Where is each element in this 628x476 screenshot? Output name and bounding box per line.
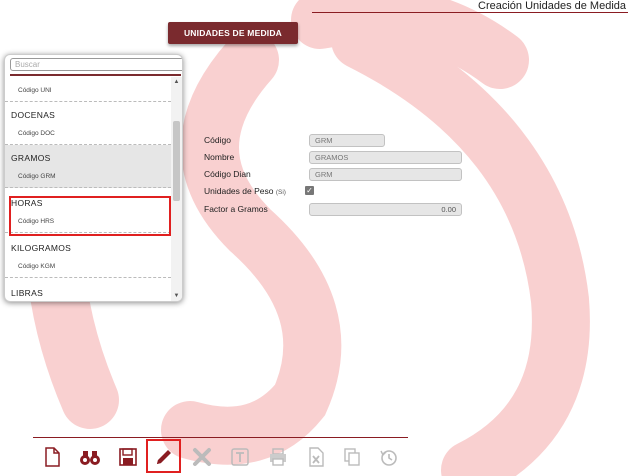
search-input[interactable] (10, 58, 182, 71)
binoculars-icon[interactable] (79, 444, 101, 470)
units-list-panel: Código UNI DOCENAS Código DOC GRAMOS Cód… (4, 54, 183, 302)
history-icon[interactable] (378, 444, 400, 470)
list-item-kilogramos[interactable]: KILOGRAMOS Código KGM (5, 235, 171, 278)
print-icon[interactable] (267, 444, 289, 470)
list-item-code: Código UNI (18, 87, 52, 94)
text-icon[interactable] (229, 444, 251, 470)
header-divider (312, 12, 628, 13)
list-item-code: Código KGM (18, 263, 56, 270)
scroll-thumb[interactable] (173, 121, 180, 201)
list-item-name: GRAMOS (11, 153, 51, 163)
nombre-label: Nombre (204, 152, 235, 162)
units-list: Código UNI DOCENAS Código DOC GRAMOS Cód… (5, 77, 171, 301)
codigo-dian-field[interactable]: GRM (309, 168, 462, 181)
unidades-peso-label: Unidades de Peso (Si) (204, 186, 286, 196)
unidades-peso-checkbox[interactable]: ✓ (305, 186, 314, 195)
unidades-peso-text: Unidades de Peso (204, 186, 274, 196)
toolbar-divider (33, 437, 408, 438)
list-item-uni[interactable]: Código UNI (5, 77, 171, 102)
list-item-code: Código GRM (18, 173, 56, 180)
new-document-icon[interactable] (41, 444, 63, 470)
list-divider (10, 74, 181, 76)
save-icon[interactable] (117, 444, 139, 470)
factor-gramos-field[interactable]: 0.00 (309, 203, 462, 216)
scroll-down-icon[interactable]: ▼ (171, 291, 182, 301)
factor-gramos-label: Factor a Gramos (204, 204, 268, 214)
copy-icon[interactable] (341, 444, 363, 470)
list-item-libras[interactable]: LIBRAS (5, 280, 171, 301)
codigo-field[interactable]: GRM (309, 134, 385, 147)
list-item-docenas[interactable]: DOCENAS Código DOC (5, 102, 171, 145)
excel-icon[interactable] (305, 444, 327, 470)
list-item-name: DOCENAS (11, 110, 56, 120)
list-item-gramos[interactable]: GRAMOS Código GRM (5, 145, 171, 188)
list-item-code: Código DOC (18, 130, 55, 137)
codigo-dian-label: Código Dian (204, 169, 251, 179)
edit-button-highlight (146, 439, 181, 473)
page-title: Creación Unidades de Medida (478, 0, 626, 12)
selected-item-highlight (9, 196, 171, 236)
unidades-peso-hint: (Si) (275, 189, 286, 196)
delete-x-icon[interactable] (191, 444, 213, 470)
units-of-measure-button[interactable]: UNIDADES DE MEDIDA (168, 22, 298, 44)
scroll-up-icon[interactable]: ▲ (171, 77, 182, 87)
list-scrollbar[interactable]: ▲ ▼ (171, 77, 182, 301)
nombre-field[interactable]: GRAMOS (309, 151, 462, 164)
codigo-label: Código (204, 135, 231, 145)
list-item-name: KILOGRAMOS (11, 243, 72, 253)
list-item-name: LIBRAS (11, 288, 44, 298)
